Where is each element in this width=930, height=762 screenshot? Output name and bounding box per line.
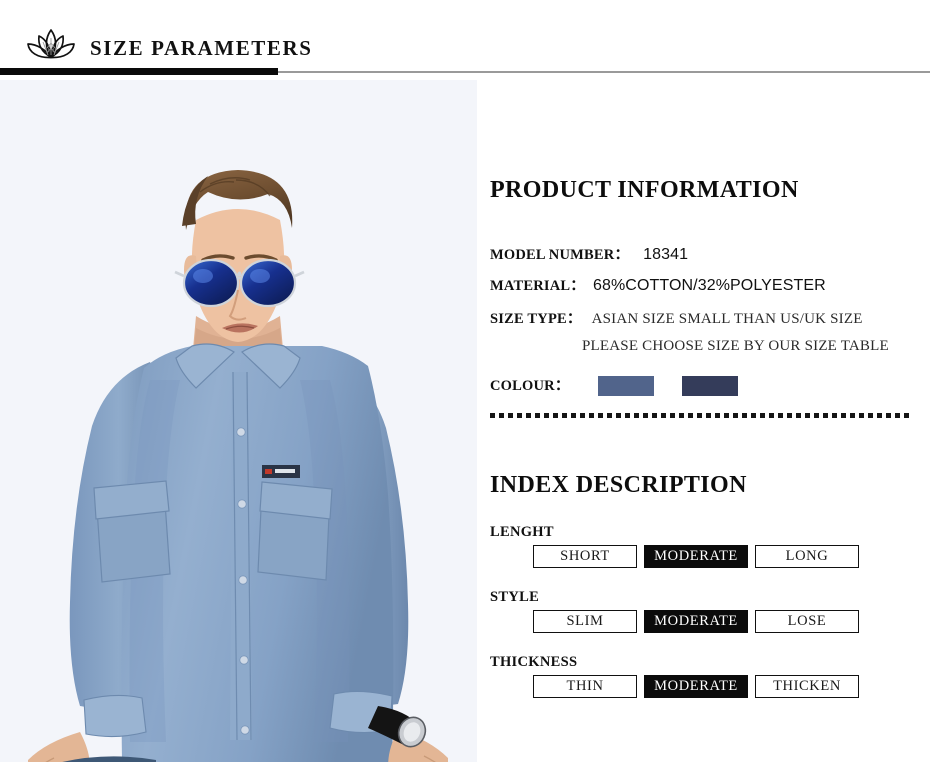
option-style-0[interactable]: SLIM — [533, 610, 637, 633]
index-group-label: LENGHT — [490, 524, 554, 540]
model-number-label: MODEL NUMBER： — [490, 247, 630, 263]
colour-swatch-steel-blue[interactable] — [597, 376, 654, 397]
option-style-1[interactable]: MODERATE — [644, 610, 748, 633]
index-options-thickness: THIN MODERATE THICKEN — [533, 675, 859, 698]
size-type-label: SIZE TYPE： — [490, 311, 582, 327]
colour-row: COLOUR： — [490, 374, 738, 397]
option-thickness-1[interactable]: MODERATE — [644, 675, 748, 698]
option-style-2[interactable]: LOSE — [755, 610, 859, 633]
size-parameters-page: SIZE PARAMETERS PRODUCT INFORMATION MODE… — [0, 0, 930, 762]
page-title: SIZE PARAMETERS — [90, 36, 313, 60]
model-number-row: MODEL NUMBER： 18341 — [490, 243, 688, 264]
option-lenght-1[interactable]: MODERATE — [644, 545, 748, 568]
colour-label: COLOUR： — [490, 378, 570, 394]
size-type-note-row: PLEASE CHOOSE SIZE BY OUR SIZE TABLE — [582, 337, 889, 355]
index-description-heading: INDEX DESCRIPTION — [490, 472, 747, 498]
index-options-style: SLIM MODERATE LOSE — [533, 610, 859, 633]
size-type-row: SIZE TYPE： ASIAN SIZE SMALL THAN US/UK S… — [490, 307, 863, 328]
section-divider-dashed — [490, 413, 912, 418]
product-information-heading: PRODUCT INFORMATION — [490, 177, 799, 203]
material-label: MATERIAL： — [490, 278, 585, 294]
model-number-value: 18341 — [643, 246, 689, 263]
option-lenght-2[interactable]: LONG — [755, 545, 859, 568]
page-header: SIZE PARAMETERS — [0, 0, 930, 80]
index-group-label: STYLE — [490, 589, 540, 605]
model-illustration — [0, 80, 477, 762]
index-options-lenght: SHORT MODERATE LONG — [533, 545, 859, 568]
option-thickness-0[interactable]: THIN — [533, 675, 637, 698]
material-row: MATERIAL： 68%COTTON/32%POLYESTER — [490, 274, 826, 295]
index-group-thickness: THICKNESS — [490, 654, 910, 675]
index-group-label: THICKNESS — [490, 654, 578, 670]
size-type-note: PLEASE CHOOSE SIZE BY OUR SIZE TABLE — [582, 338, 889, 354]
option-lenght-0[interactable]: SHORT — [533, 545, 637, 568]
size-type-value: ASIAN SIZE SMALL THAN US/UK SIZE — [591, 311, 863, 327]
product-info-panel: PRODUCT INFORMATION MODEL NUMBER： 18341 … — [477, 80, 930, 762]
option-thickness-2[interactable]: THICKEN — [755, 675, 859, 698]
colour-swatch-dark-navy[interactable] — [681, 376, 738, 397]
header-divider-thick — [0, 68, 278, 75]
material-value: 68%COTTON/32%POLYESTER — [592, 277, 826, 294]
index-group-lenght: LENGHT — [490, 524, 910, 545]
product-photo — [0, 80, 477, 762]
index-group-style: STYLE — [490, 589, 910, 610]
lotus-flower-icon — [27, 29, 75, 59]
